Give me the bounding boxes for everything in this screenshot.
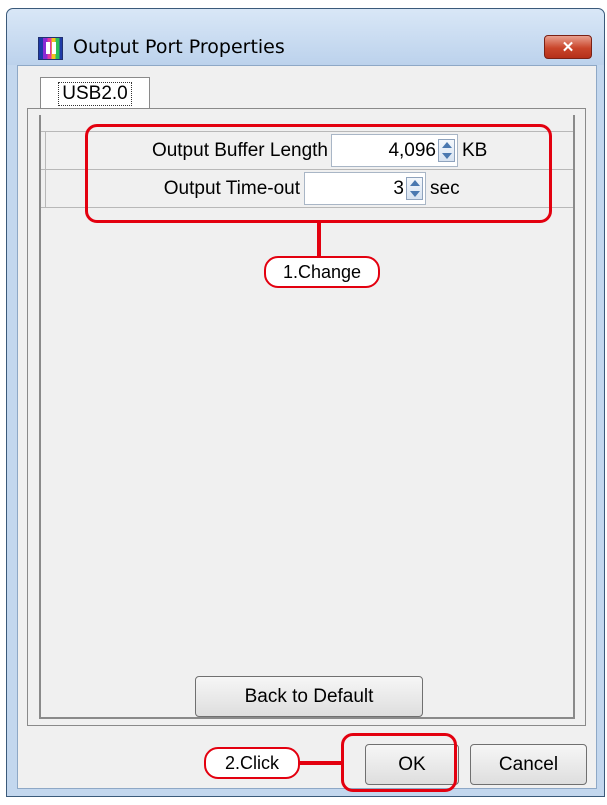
tab-usb2[interactable]: USB2.0 xyxy=(40,77,150,109)
cancel-button[interactable]: Cancel xyxy=(470,744,587,785)
back-to-default-button[interactable]: Back to Default xyxy=(195,676,423,717)
change-callout-label: 1.Change xyxy=(264,256,380,288)
click-callout-label: 2.Click xyxy=(204,747,300,779)
window-title: Output Port Properties xyxy=(73,36,285,58)
click-callout-line xyxy=(299,761,342,765)
close-icon: ✕ xyxy=(561,39,575,56)
change-callout-line xyxy=(317,222,321,257)
close-button[interactable]: ✕ xyxy=(544,35,592,59)
ok-highlight-box xyxy=(341,733,457,792)
app-icon xyxy=(38,37,63,60)
title-bar: Output Port Properties ✕ xyxy=(7,9,604,65)
tab-usb2-label: USB2.0 xyxy=(58,81,132,106)
change-highlight-box xyxy=(85,124,552,223)
